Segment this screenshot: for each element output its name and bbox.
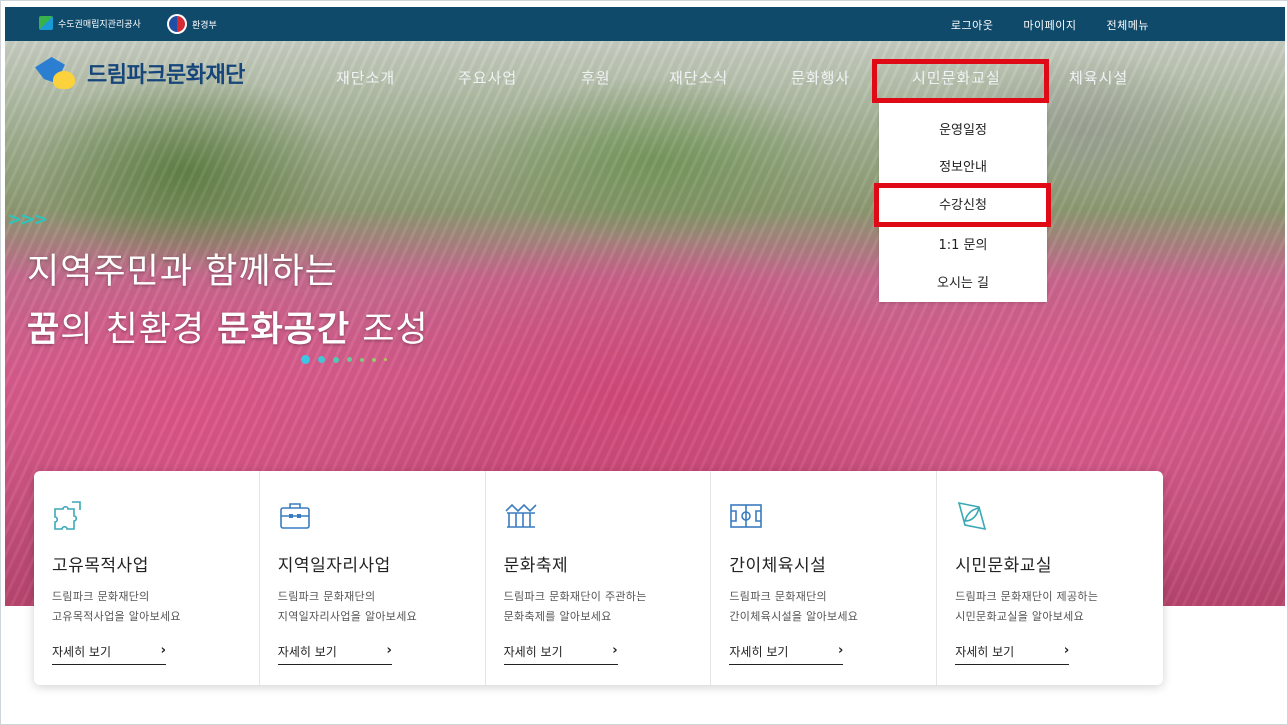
more-label: 자세히 보기 [955,645,1015,659]
soccer-field-icon [730,504,763,528]
card-desc: 드림파크 문화재단의 고유목적사업을 알아보세요 [52,590,181,623]
dropdown-item-inquiry[interactable]: 1:1 문의 [879,234,1047,253]
slide-dot-3[interactable] [333,356,339,363]
card-desc: 드림파크 문화재단의 지역일자리사업을 알아보세요 [277,590,418,623]
card-title: 고유목적사업 [52,556,149,576]
nav-item-support[interactable]: 후원 [581,67,611,88]
chevron-right-icon: › [160,643,166,658]
nav-item-events[interactable]: 문화행사 [791,67,850,88]
more-label: 자세히 보기 [277,645,337,659]
dropdown-item-directions[interactable]: 오시는 길 [879,272,1047,291]
hero-headline-line1: 지역주민과 함께하는 [27,252,338,292]
gov-logo-2-label: 환경부 [192,20,217,31]
service-cards: 고유목적사업 드림파크 문화재단의 고유목적사업을 알아보세요 자세히 보기 › … [34,471,1163,685]
highlight-box-nav [872,59,1049,103]
mypage-link[interactable]: 마이페이지 [1023,17,1076,33]
slide-pagination [301,355,387,364]
card-title: 지역일자리사업 [277,556,391,576]
sudokwon-logo-icon [39,16,53,30]
slide-dot-2[interactable] [318,356,325,363]
more-label: 자세히 보기 [52,645,112,659]
card-festival[interactable]: 문화축제 드림파크 문화재단이 주관하는 문화축제를 알아보세요 자세히 보기 › [486,471,712,685]
slide-dot-5[interactable] [360,357,364,362]
highlight-box-registration [874,183,1051,227]
card-more-link[interactable]: 자세히 보기 › [503,643,618,665]
gov-logo-1-label: 수도권매립지관리공사 [58,19,141,30]
env-ministry-logo-icon [167,14,187,34]
chevron-right-icon: › [386,643,392,658]
card-desc: 드림파크 문화재단이 제공하는 시민문화교실을 알아보세요 [955,590,1099,623]
briefcase-icon [279,503,310,529]
card-purpose-projects[interactable]: 고유목적사업 드림파크 문화재단의 고유목적사업을 알아보세요 자세히 보기 › [34,471,260,685]
festival-tent-icon [505,503,537,528]
puzzle-icon [54,501,81,530]
main-nav: 재단소개 주요사업 후원 재단소식 문화행사 시민문화교실 체육시설 [1,67,1287,91]
dropdown-item-info[interactable]: 정보안내 [879,156,1047,175]
card-more-link[interactable]: 자세히 보기 › [955,643,1070,665]
page-frame: 수도권매립지관리공사 환경부 로그아웃 마이페이지 전체메뉴 드림파크문화재단 … [0,0,1288,725]
hero-headline-strong-1: 꿈 [27,310,61,350]
chevron-right-icon: › [612,643,618,658]
card-more-link[interactable]: 자세히 보기 › [277,643,392,665]
logout-link[interactable]: 로그아웃 [951,17,993,33]
card-desc: 드림파크 문화재단이 주관하는 문화축제를 알아보세요 [503,590,647,623]
utility-links: 로그아웃 마이페이지 전체메뉴 [951,17,1149,33]
hero-headline-text-1: 의 친환경 [60,310,218,350]
card-job-projects[interactable]: 지역일자리사업 드림파크 문화재단의 지역일자리사업을 알아보세요 자세히 보기… [260,471,486,685]
chevron-right-icon: › [1063,643,1070,658]
card-title: 시민문화교실 [955,556,1053,576]
dropdown-item-schedule[interactable]: 운영일정 [879,119,1047,138]
hero-headline-text-2: 조성 [350,310,429,350]
card-citizen-class[interactable]: 시민문화교실 드림파크 문화재단이 제공하는 시민문화교실을 알아보세요 자세히… [937,471,1163,685]
card-desc: 드림파크 문화재단의 간이체육시설을 알아보세요 [729,590,859,623]
slide-dot-7[interactable] [384,358,387,361]
utility-bar: 수도권매립지관리공사 환경부 로그아웃 마이페이지 전체메뉴 [5,7,1285,41]
more-label: 자세히 보기 [729,645,789,659]
gov-logo-sudokwon[interactable]: 수도권매립지관리공사 [39,16,141,30]
card-title: 간이체육시설 [729,556,827,576]
card-more-link[interactable]: 자세히 보기 › [729,643,844,665]
hero-headline-line2: 꿈의 친환경 문화공간 조성 [27,301,429,352]
more-label: 자세히 보기 [503,645,563,659]
card-title: 문화축제 [503,556,569,576]
hero-arrows: >>> [7,209,48,230]
nav-item-projects[interactable]: 주요사업 [458,67,517,88]
nav-item-sports[interactable]: 체육시설 [1069,67,1128,88]
slide-dot-1[interactable] [301,355,310,364]
slide-dot-4[interactable] [347,357,352,362]
nav-item-news[interactable]: 재단소식 [669,67,728,88]
chevron-right-icon: › [838,643,844,658]
leaf-book-icon [958,501,987,531]
card-more-link[interactable]: 자세히 보기 › [52,643,166,665]
hero-headline-strong-2: 문화공간 [217,310,351,350]
all-menu-link[interactable]: 전체메뉴 [1107,17,1149,33]
slide-dot-6[interactable] [372,357,376,362]
nav-item-foundation[interactable]: 재단소개 [336,67,395,88]
gov-logo-env[interactable]: 환경부 [167,14,217,34]
card-sports-facility[interactable]: 간이체육시설 드림파크 문화재단의 간이체육시설을 알아보세요 자세히 보기 › [711,471,938,685]
